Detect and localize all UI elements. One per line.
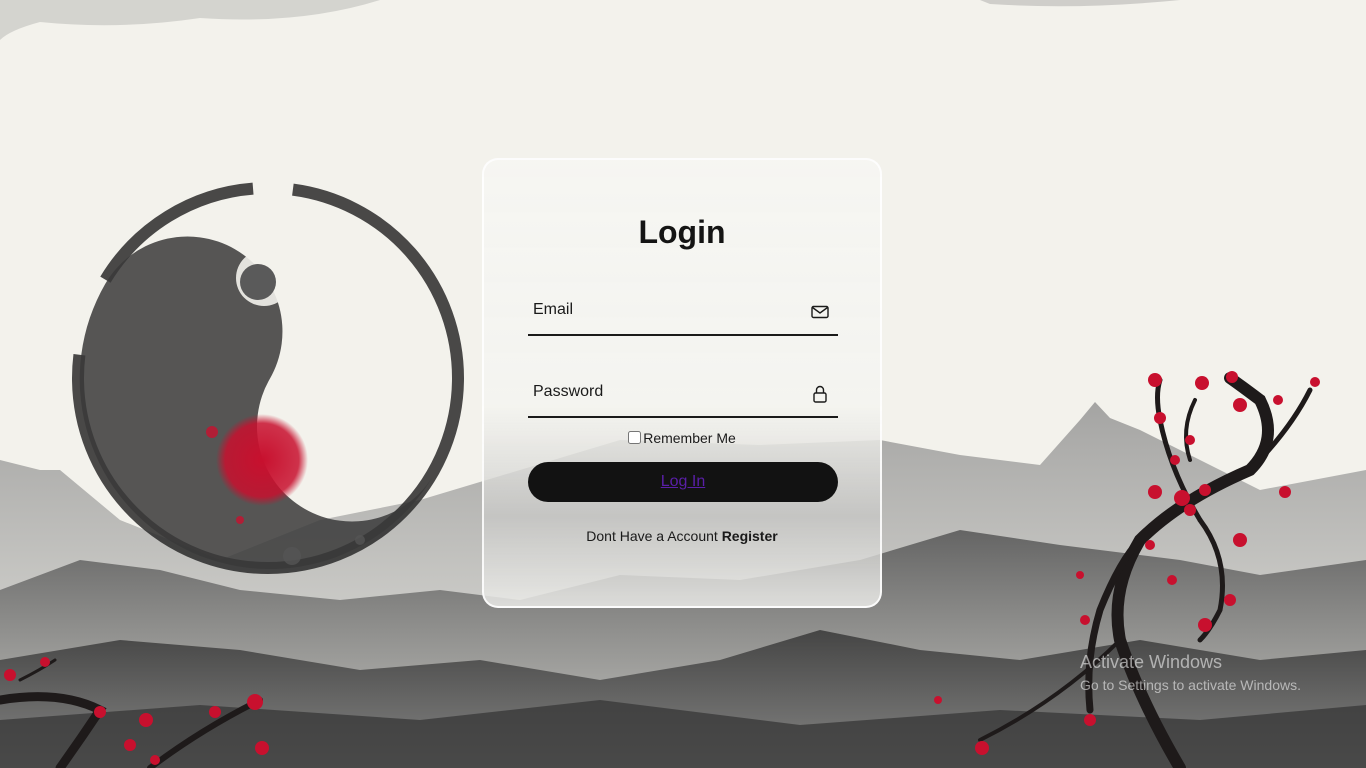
lock-icon bbox=[813, 385, 827, 403]
watermark-title: Activate Windows bbox=[1080, 652, 1223, 672]
email-field-wrapper bbox=[528, 290, 838, 336]
remember-me-label[interactable]: Remember Me bbox=[643, 430, 736, 446]
email-input[interactable] bbox=[528, 290, 808, 330]
remember-me-checkbox[interactable] bbox=[628, 431, 642, 444]
register-link[interactable]: Register bbox=[722, 528, 778, 544]
login-title: Login bbox=[638, 214, 726, 250]
register-row: Dont Have a Account Register bbox=[484, 528, 880, 544]
no-account-text: Dont Have a Account bbox=[586, 528, 718, 544]
password-input[interactable] bbox=[528, 372, 808, 412]
windows-activation-watermark: Activate Windows Go to Settings to activ… bbox=[1080, 652, 1301, 693]
login-card: Login Remember Me Log In Dont Have a Acc… bbox=[482, 158, 882, 608]
login-button[interactable]: Log In bbox=[528, 462, 838, 502]
remember-me-row: Remember Me bbox=[484, 430, 880, 446]
watermark-subtitle: Go to Settings to activate Windows. bbox=[1080, 677, 1301, 693]
envelope-icon bbox=[811, 305, 829, 319]
password-field-wrapper bbox=[528, 372, 838, 418]
